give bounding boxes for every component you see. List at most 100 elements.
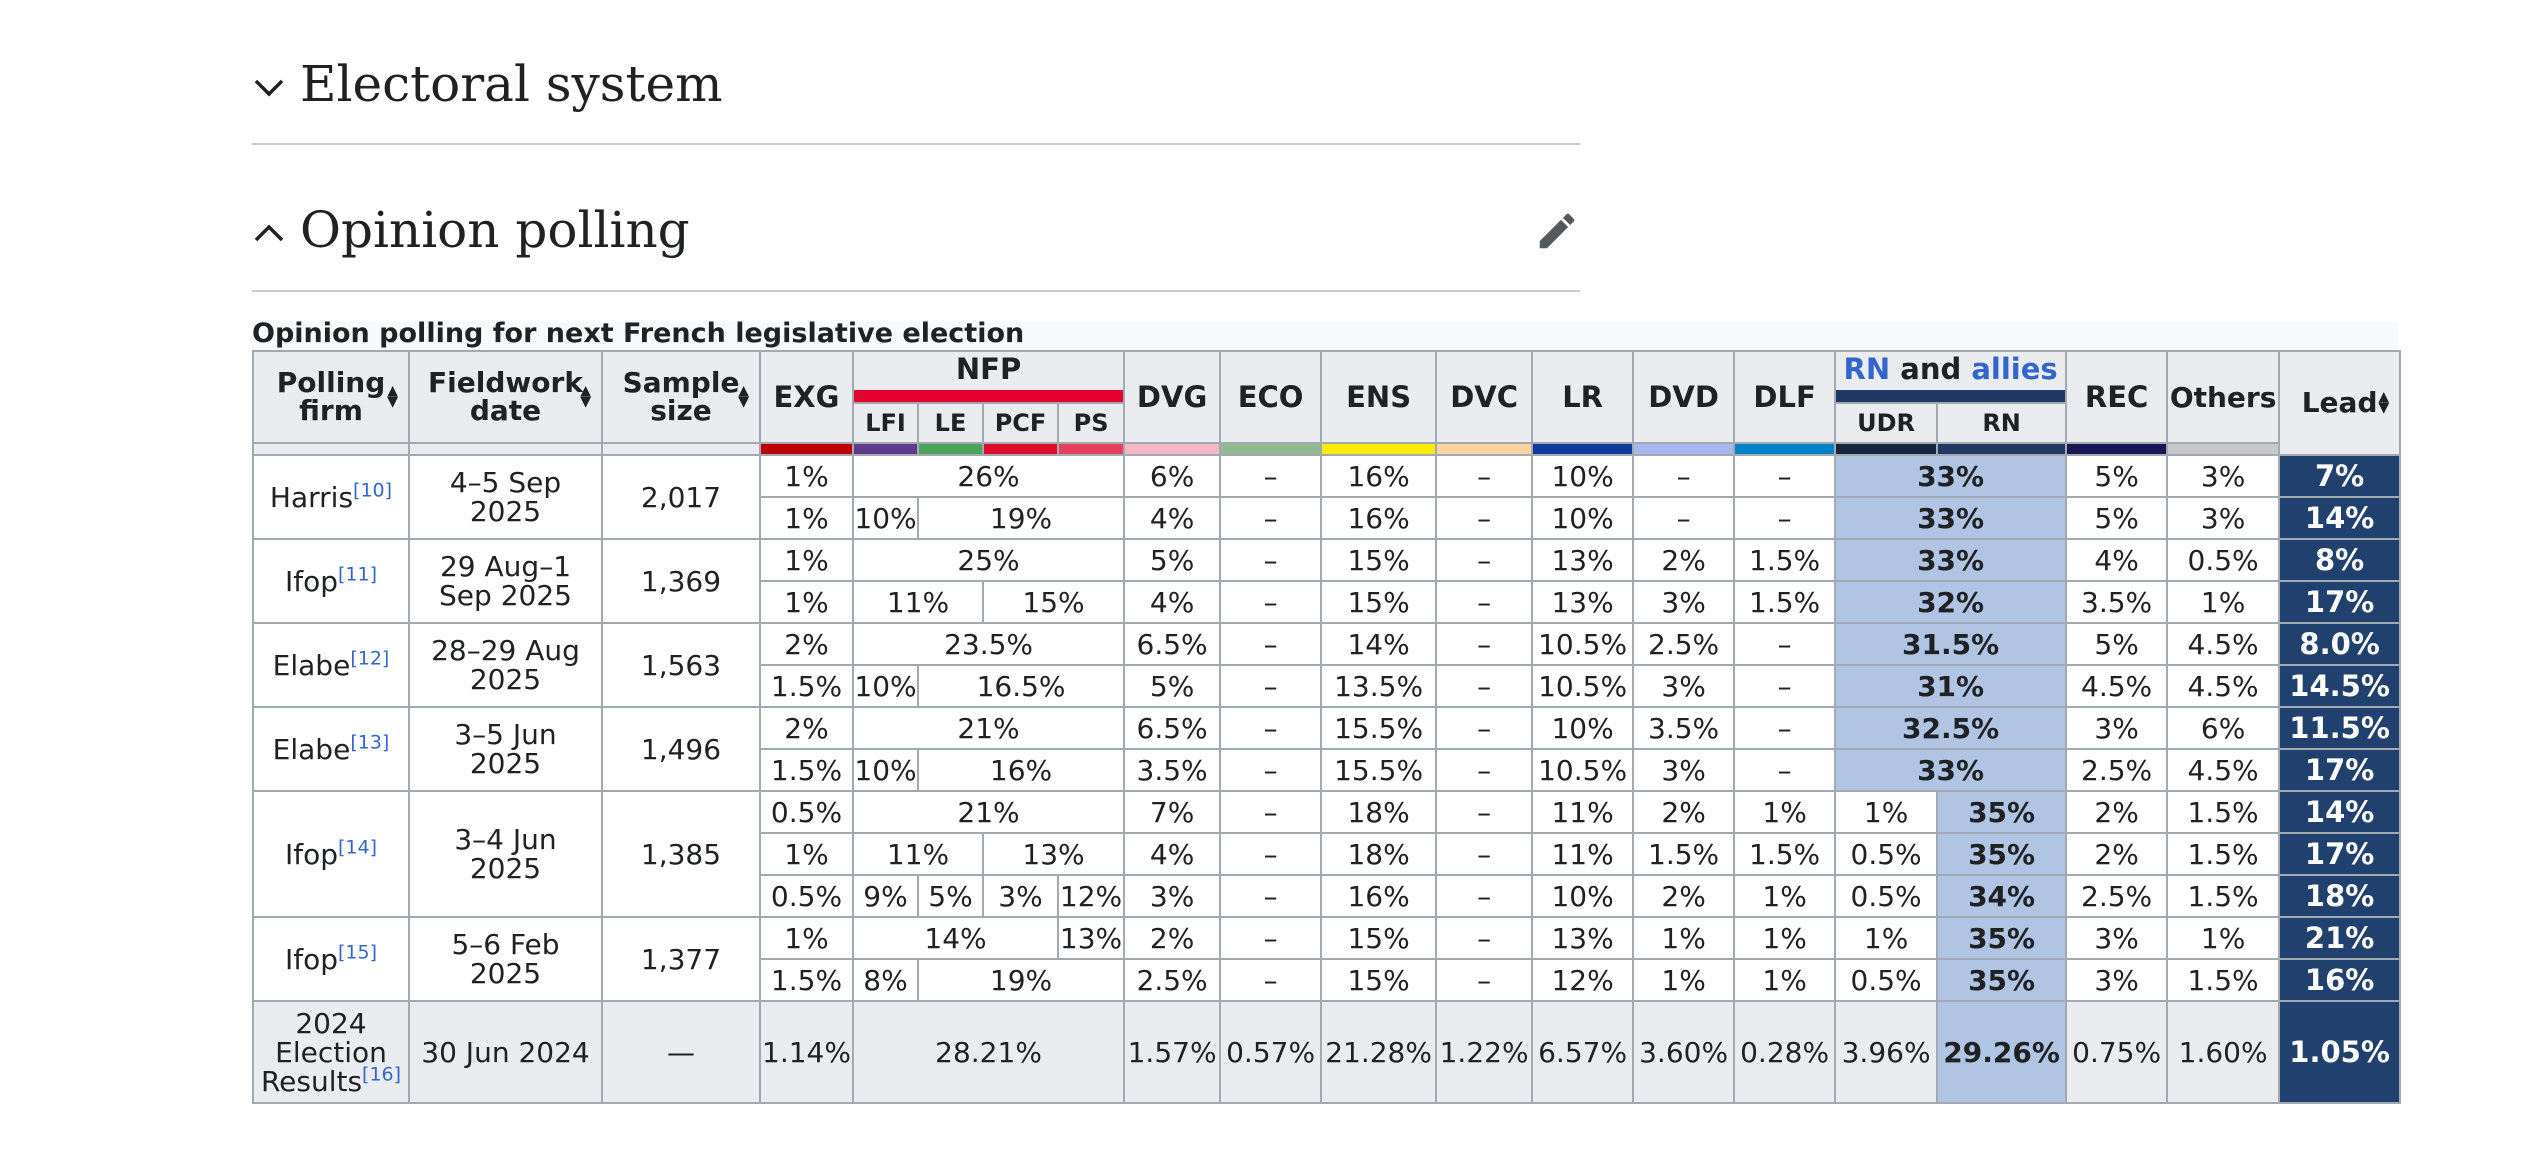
- header-le[interactable]: LE: [917, 402, 984, 444]
- cell-rn-allies: 33%: [1834, 496, 2068, 540]
- cell-eco: –: [1219, 622, 1323, 666]
- header-ps[interactable]: PS: [1056, 402, 1126, 444]
- rn-link[interactable]: RN: [1844, 353, 1891, 386]
- color-udr: [1834, 443, 1939, 456]
- header-exg[interactable]: EXG: [759, 350, 854, 444]
- poll-firm: Harris[10]: [252, 454, 410, 540]
- color-dvc: [1435, 443, 1534, 456]
- sample-size: 1,385: [601, 790, 761, 918]
- cell-dvd: 2%: [1632, 538, 1736, 582]
- color-le: [917, 443, 984, 456]
- cell-dvg: 3%: [1123, 874, 1222, 918]
- header-rn[interactable]: RN: [1936, 402, 2068, 444]
- header-ens[interactable]: ENS: [1320, 350, 1438, 444]
- cell-ens: 15%: [1320, 916, 1438, 960]
- reference-link[interactable]: [13]: [350, 731, 389, 753]
- cell-dlf: –: [1733, 454, 1837, 498]
- reference-link[interactable]: [14]: [338, 836, 377, 858]
- pencil-edit-icon[interactable]: [1534, 208, 1580, 254]
- cell-dvg: 1.57%: [1123, 1000, 1222, 1104]
- cell-ens: 14%: [1320, 622, 1438, 666]
- cell-exg: 2%: [759, 622, 854, 666]
- cell-nfp: 21%: [851, 706, 1126, 750]
- cell-eco: –: [1219, 916, 1323, 960]
- cell-rn-allies: 33%: [1834, 538, 2068, 582]
- results-size: —: [601, 1000, 761, 1104]
- sort-icon[interactable]: ▲ ▼: [580, 384, 591, 409]
- header-dvc[interactable]: DVC: [1435, 350, 1534, 444]
- cell-dvc: –: [1435, 538, 1534, 582]
- reference-link[interactable]: [11]: [338, 563, 377, 585]
- cell-dlf: 1%: [1733, 916, 1837, 960]
- results-date: 30 Jun 2024: [408, 1000, 603, 1104]
- cell-lead: 17%: [2278, 580, 2402, 624]
- allies-link[interactable]: allies: [1971, 353, 2057, 386]
- cell-udr: 1%: [1834, 916, 1939, 960]
- sort-icon[interactable]: ▲ ▼: [738, 384, 749, 409]
- cell-lead: 1.05%: [2278, 1000, 2402, 1104]
- sort-icon[interactable]: ▲ ▼: [2378, 390, 2389, 415]
- reference-link[interactable]: [12]: [350, 647, 389, 669]
- header-dlf[interactable]: DLF: [1733, 350, 1837, 444]
- chevron-up-icon[interactable]: [252, 216, 286, 250]
- sort-icon[interactable]: ▲ ▼: [387, 384, 398, 409]
- sample-size: 2,017: [601, 454, 761, 540]
- header-pcf[interactable]: PCF: [982, 402, 1059, 444]
- cell-dlf: –: [1733, 706, 1837, 750]
- cell-exg: 1.5%: [759, 748, 854, 792]
- color-ens: [1320, 443, 1438, 456]
- header-eco[interactable]: ECO: [1219, 350, 1323, 444]
- cell-dvg: 3.5%: [1123, 748, 1222, 792]
- section-electoral-system[interactable]: Electoral system: [252, 40, 1580, 145]
- cell-rn-allies: 33%: [1834, 454, 2068, 498]
- header-lead[interactable]: Lead ▲ ▼: [2278, 350, 2402, 456]
- party-color-row: [252, 443, 2400, 456]
- chevron-down-icon[interactable]: [252, 70, 286, 104]
- cell-lfi-le: 11%: [852, 580, 984, 624]
- header-others: Others: [2166, 350, 2281, 444]
- section-heading[interactable]: Electoral system: [300, 55, 723, 113]
- cell-rec: 2.5%: [2065, 874, 2169, 918]
- header-dvd[interactable]: DVD: [1632, 350, 1736, 444]
- header-lr[interactable]: LR: [1531, 350, 1635, 444]
- cell-lead: 8.0%: [2278, 622, 2402, 666]
- cell-dlf: 1%: [1733, 790, 1837, 834]
- header-polling-firm[interactable]: Polling firm ▲ ▼: [252, 350, 410, 444]
- header-lfi[interactable]: LFI: [852, 402, 919, 444]
- header-nfp[interactable]: NFP: [851, 350, 1126, 404]
- cell-lfi: 9%: [852, 874, 919, 918]
- cell-dvd: 2%: [1632, 874, 1736, 918]
- cell-ens: 15.5%: [1320, 706, 1438, 750]
- cell-lead: 7%: [2278, 454, 2402, 498]
- sample-size: 1,496: [601, 706, 761, 792]
- cell-dvg: 5%: [1123, 538, 1222, 582]
- cell-dvg: 6%: [1123, 454, 1222, 498]
- reference-link[interactable]: [16]: [362, 1063, 401, 1085]
- cell-dvg: 7%: [1123, 790, 1222, 834]
- cell-dvc: –: [1435, 454, 1534, 498]
- cell-dvc: –: [1435, 580, 1534, 624]
- color-exg: [759, 443, 854, 456]
- cell-dvg: 4%: [1123, 580, 1222, 624]
- header-udr[interactable]: UDR: [1834, 402, 1939, 444]
- reference-link[interactable]: [10]: [353, 479, 392, 501]
- header-fieldwork-date[interactable]: Fieldwork date ▲ ▼: [408, 350, 603, 444]
- section-heading[interactable]: Opinion polling: [300, 201, 690, 259]
- color-dvg: [1123, 443, 1222, 456]
- section-opinion-polling[interactable]: Opinion polling: [252, 186, 1580, 292]
- cell-nfp-rest: 19%: [916, 496, 1126, 540]
- cell-lead: 14%: [2278, 790, 2402, 834]
- header-sample-size[interactable]: Sample size ▲ ▼: [601, 350, 761, 444]
- cell-lead: 8%: [2278, 538, 2402, 582]
- cell-others: 4.5%: [2166, 664, 2281, 708]
- header-rec[interactable]: REC: [2065, 350, 2169, 444]
- cell-dvd: 2%: [1632, 790, 1736, 834]
- reference-link[interactable]: [15]: [338, 941, 377, 963]
- cell-nfp: 21%: [851, 790, 1126, 834]
- header-dvg[interactable]: DVG: [1123, 350, 1222, 444]
- cell-dvc: 1.22%: [1435, 1000, 1534, 1104]
- cell-others: 1.5%: [2166, 790, 2281, 834]
- color-dlf: [1733, 443, 1837, 456]
- cell-dvg: 6.5%: [1123, 706, 1222, 750]
- cell-exg: 1%: [759, 496, 854, 540]
